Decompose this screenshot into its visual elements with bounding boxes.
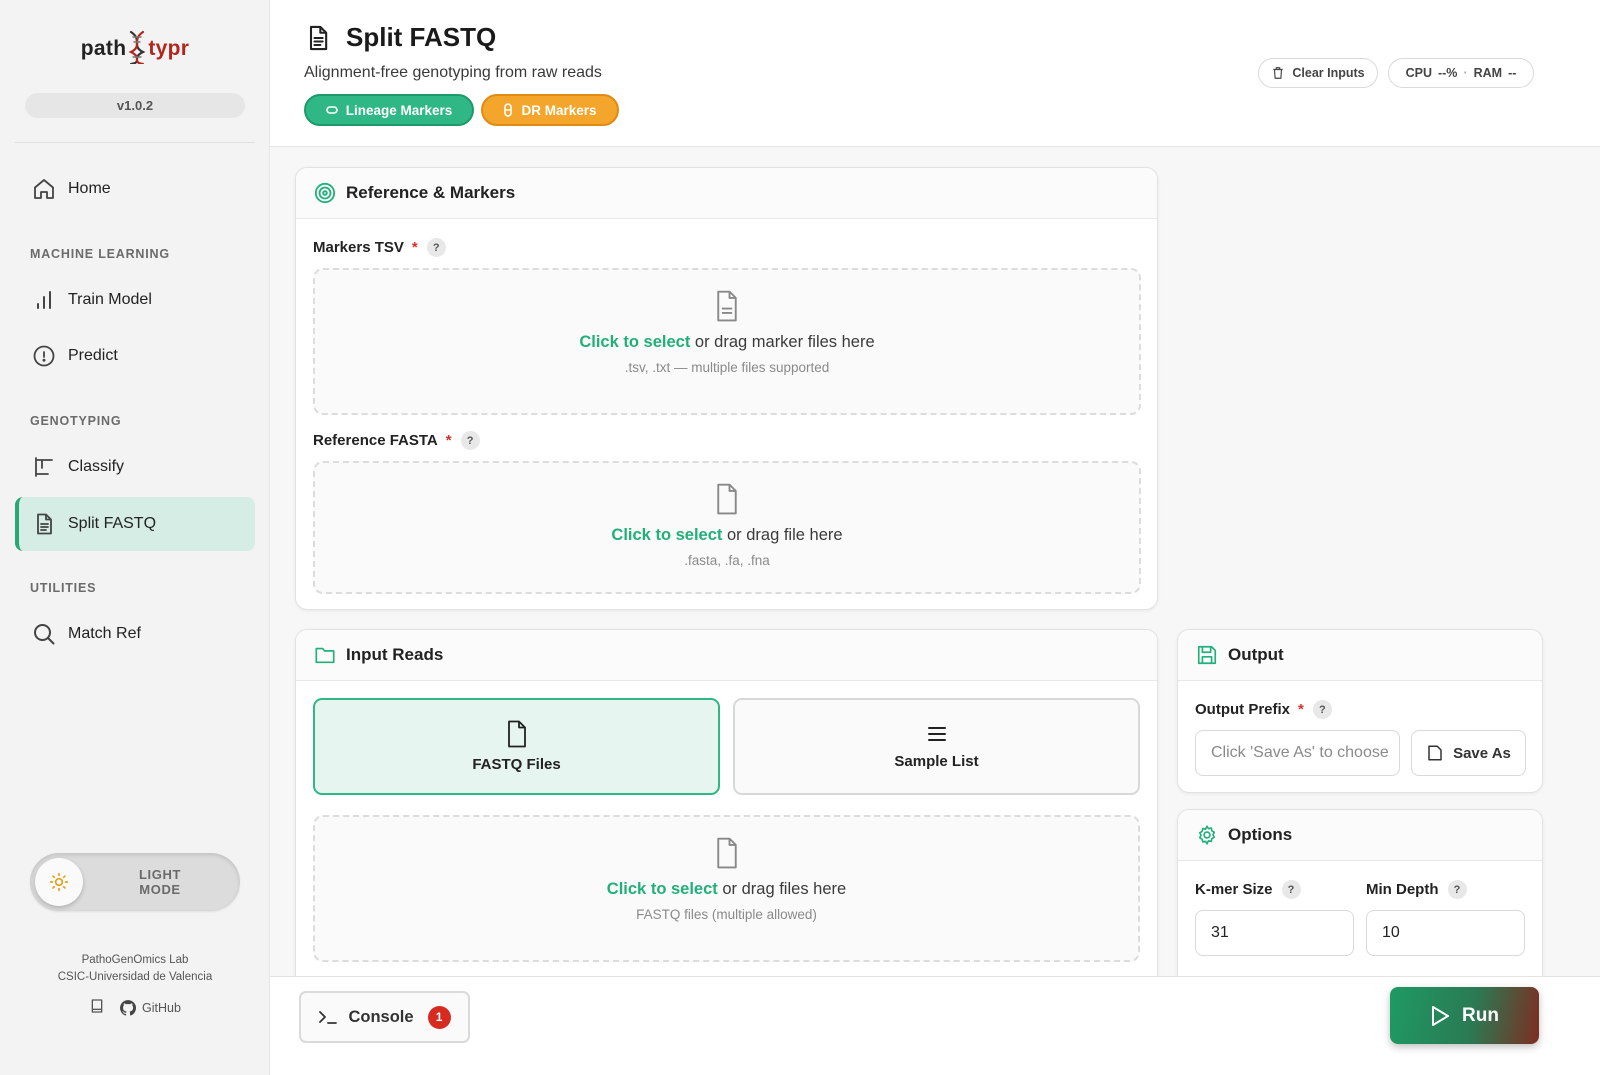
dropzone-hint: .fasta, .fa, .fna: [684, 553, 770, 568]
help-icon[interactable]: ?: [426, 238, 446, 257]
min-depth-input[interactable]: [1366, 910, 1525, 956]
ram-value: --: [1508, 66, 1517, 80]
min-depth-label: Min Depth?: [1366, 880, 1467, 899]
page-subtitle: Alignment-free genotyping from raw reads: [304, 64, 602, 81]
help-icon[interactable]: ?: [460, 431, 480, 450]
file-icon: [507, 720, 526, 748]
fasta-dropzone[interactable]: Click to select or drag file here .fasta…: [313, 461, 1141, 594]
document-icon: [309, 25, 328, 50]
capsule-icon: [504, 103, 513, 117]
dropzone-hint: .tsv, .txt — multiple files supported: [624, 360, 830, 375]
sidebar-item-match-ref[interactable]: Match Ref: [15, 607, 255, 661]
classify-icon: [35, 457, 53, 477]
reference-markers-card: Reference & Markers Markers TSV *? Click …: [295, 167, 1158, 610]
output-prefix-input[interactable]: [1195, 730, 1400, 776]
app-logo: path typr: [0, 30, 270, 70]
click-to-select-link[interactable]: Click to select: [607, 880, 718, 898]
file-icon: [716, 837, 737, 869]
bar-chart-icon: [37, 291, 51, 309]
sample-list-option[interactable]: Sample List: [733, 698, 1140, 795]
fastq-files-option[interactable]: FASTQ Files: [313, 698, 720, 795]
save-icon: [1197, 645, 1217, 665]
sidebar-item-label: Match Ref: [68, 625, 141, 642]
sun-icon: [49, 872, 69, 892]
sidebar-item-label: Split FASTQ: [68, 515, 157, 532]
theme-toggle-knob: [35, 858, 83, 906]
card-header: Reference & Markers: [296, 168, 1157, 219]
document-icon: [37, 513, 52, 535]
file-icon: [1428, 745, 1442, 761]
system-stats: CPU --% · RAM --: [1388, 58, 1534, 88]
sidebar-item-train-model[interactable]: Train Model: [15, 273, 255, 327]
sidebar-item-split-fastq[interactable]: Split FASTQ: [15, 497, 255, 551]
reference-fasta-label: Reference FASTA *?: [313, 431, 480, 450]
section-heading-genotyping: GENOTYPING: [30, 414, 122, 428]
kmer-size-input[interactable]: [1195, 910, 1354, 956]
section-heading-ml: MACHINE LEARNING: [30, 247, 170, 261]
sidebar-footer: GitHub: [0, 998, 270, 1017]
sidebar-item-label: Predict: [68, 347, 118, 364]
bottom-bar: Console 1 Run: [270, 976, 1600, 1075]
help-icon[interactable]: ?: [1447, 880, 1467, 899]
run-button[interactable]: Run: [1390, 987, 1539, 1044]
clear-inputs-button[interactable]: Clear Inputs: [1258, 58, 1378, 88]
folder-icon: [315, 647, 335, 664]
home-icon: [34, 179, 54, 199]
page-title: Split FASTQ: [304, 22, 496, 53]
click-to-select-link[interactable]: Click to select: [611, 526, 722, 544]
sidebar-item-home[interactable]: Home: [15, 162, 255, 216]
pill-icon: [325, 106, 338, 114]
card-header: Output: [1178, 630, 1542, 681]
console-count-badge: 1: [427, 1005, 451, 1029]
sidebar-item-classify[interactable]: Classify: [15, 440, 255, 494]
sidebar-item-predict[interactable]: Predict: [15, 329, 255, 383]
help-icon[interactable]: ?: [1312, 700, 1332, 719]
fastq-dropzone[interactable]: Click to select or drag files here FASTQ…: [313, 815, 1140, 962]
book-icon[interactable]: [89, 998, 105, 1017]
github-icon: [120, 999, 137, 1016]
page-header: Split FASTQ Alignment-free genotyping fr…: [270, 0, 1600, 147]
sidebar-item-label: Classify: [68, 458, 125, 475]
play-icon: [1432, 1005, 1450, 1026]
required-asterisk: *: [1298, 701, 1304, 718]
sidebar-item-label: Home: [68, 180, 111, 197]
kmer-size-label: K-mer Size?: [1195, 880, 1301, 899]
section-heading-utilities: UTILITIES: [30, 581, 97, 595]
theme-toggle[interactable]: LIGHT MODE: [30, 853, 240, 911]
click-to-select-link[interactable]: Click to select: [579, 333, 690, 351]
list-icon: [927, 727, 946, 741]
markers-tsv-label: Markers TSV *?: [313, 238, 446, 257]
dna-helix-icon: [127, 30, 147, 70]
lab-credit: PathoGenOmics Lab CSIC-Universidad de Va…: [57, 954, 213, 983]
sidebar-divider: [15, 142, 255, 143]
terminal-icon: [319, 1011, 338, 1024]
dropzone-hint: FASTQ files (multiple allowed): [636, 907, 817, 922]
sidebar-item-label: Train Model: [68, 291, 152, 308]
version-badge: v1.0.2: [25, 93, 245, 118]
markers-dropzone[interactable]: Click to select or drag marker files her…: [313, 268, 1141, 415]
dr-markers-badge[interactable]: DR Markers: [481, 94, 619, 126]
target-icon: [314, 182, 336, 204]
card-header: Input Reads: [296, 630, 1157, 681]
stats-separator: ·: [1463, 66, 1468, 80]
help-icon[interactable]: ?: [1281, 880, 1301, 899]
cpu-value: --%: [1437, 66, 1458, 80]
output-prefix-label: Output Prefix *?: [1195, 700, 1332, 719]
lineage-markers-badge[interactable]: Lineage Markers: [304, 94, 474, 126]
file-icon: [717, 483, 737, 515]
info-circle-icon: [33, 345, 55, 367]
required-asterisk: *: [445, 432, 452, 449]
trash-icon: [1273, 67, 1284, 79]
file-text-icon: [717, 290, 737, 322]
gear-icon: [1198, 825, 1216, 845]
output-card: Output Output Prefix*? Save As: [1177, 629, 1543, 793]
github-link[interactable]: GitHub: [119, 999, 181, 1017]
card-header: Options: [1178, 810, 1542, 861]
search-icon: [34, 624, 55, 645]
sidebar: path typr v1.0.2 Home MACHINE LEARNING Tr…: [0, 0, 270, 1075]
save-as-button[interactable]: Save As: [1411, 730, 1526, 776]
theme-toggle-label: LIGHT MODE: [139, 867, 181, 897]
console-button[interactable]: Console 1: [299, 991, 470, 1043]
required-asterisk: *: [411, 239, 418, 256]
